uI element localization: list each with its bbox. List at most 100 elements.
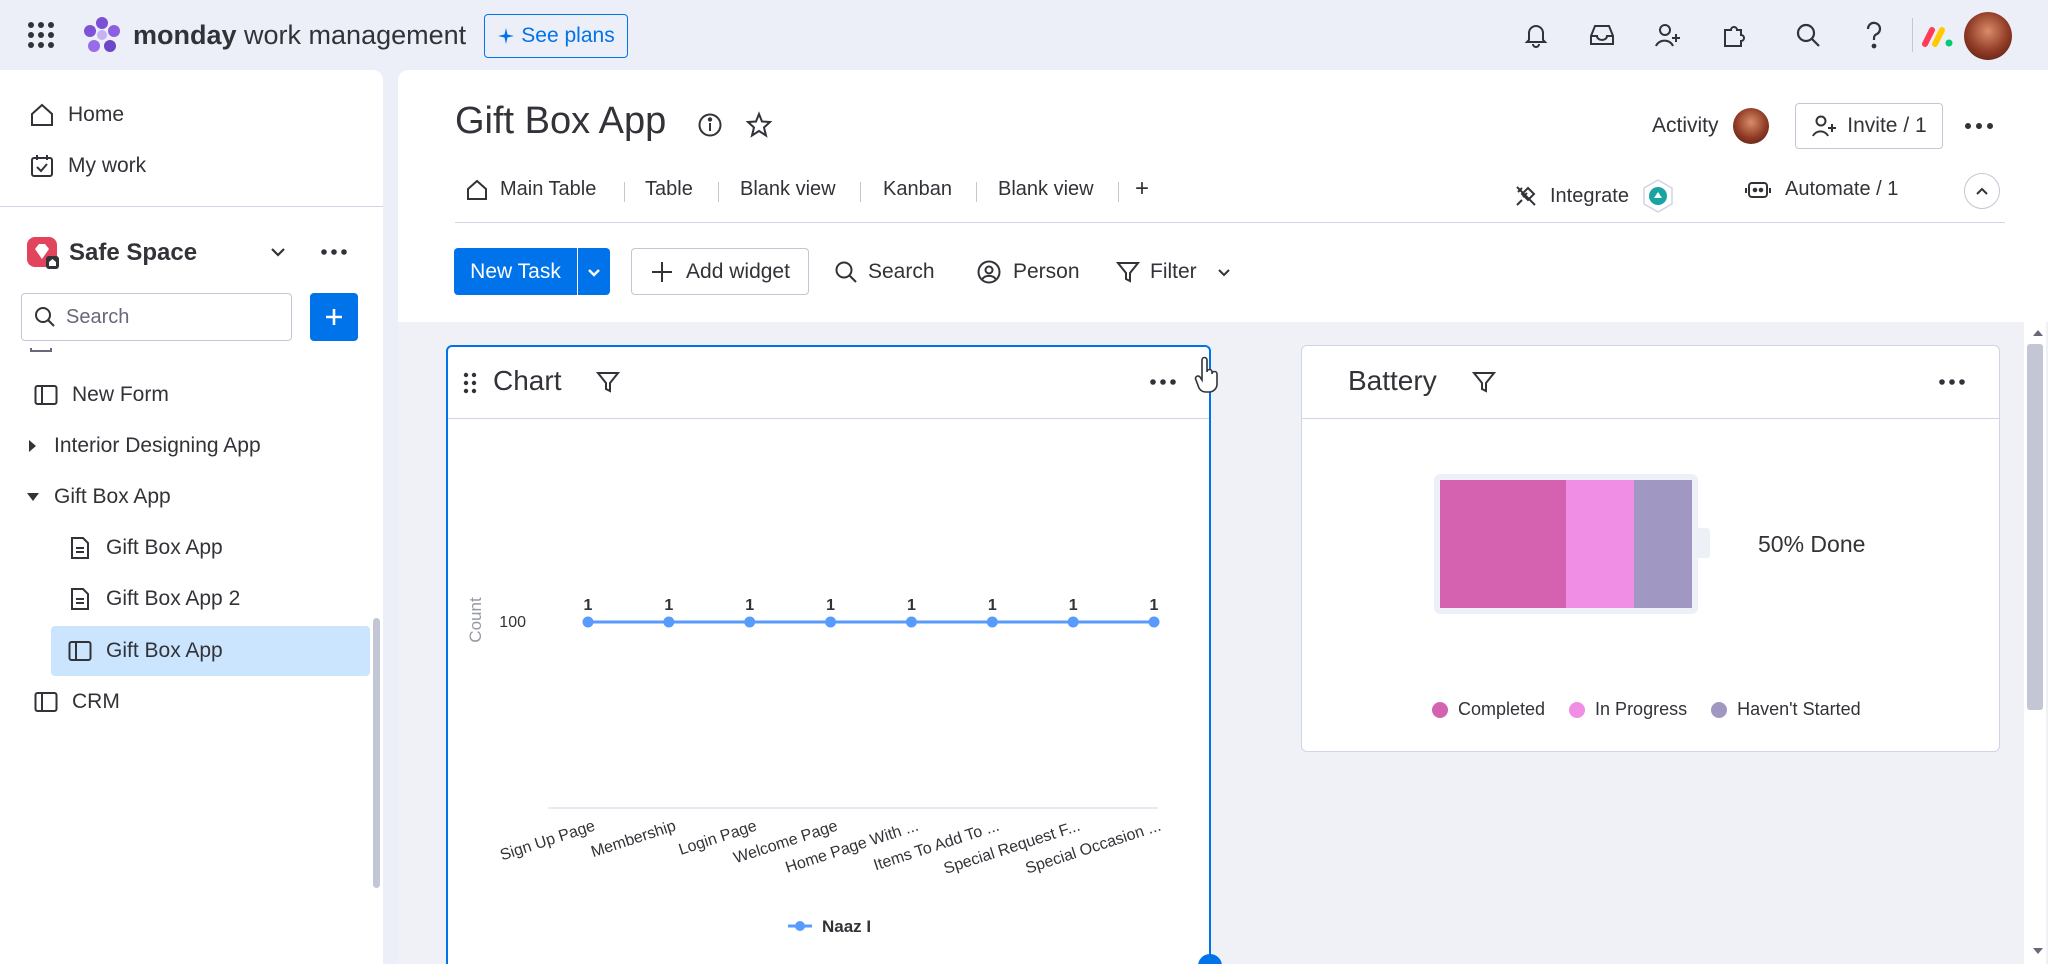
drag-handle-icon[interactable] — [463, 372, 477, 394]
brand-rest: work management — [236, 20, 467, 50]
filter-label: Filter — [1150, 259, 1197, 283]
main-scrollbar-thumb[interactable] — [2027, 344, 2043, 710]
info-icon[interactable] — [697, 112, 723, 138]
battery-segment — [1566, 480, 1635, 608]
plus-icon — [650, 260, 674, 284]
tab-blank-view-2[interactable]: Blank view — [998, 178, 1094, 201]
sidebar-item-crm[interactable]: CRM — [32, 687, 120, 717]
y-axis-label: Count — [466, 597, 485, 643]
legend-label: Completed — [1458, 699, 1546, 719]
sidebar-item-label: Gift Box App — [106, 639, 223, 662]
workspace-name[interactable]: Safe Space — [69, 236, 197, 270]
scroll-down-arrow-icon[interactable] — [2033, 948, 2043, 954]
sidebar-item-gift-box-app-board[interactable]: Gift Box App — [66, 636, 223, 666]
sidebar-item-interior-designing-app[interactable]: Interior Designing App — [26, 431, 261, 461]
tab-blank-view-1[interactable]: Blank view — [740, 178, 836, 201]
star-icon[interactable] — [745, 111, 773, 139]
help-icon[interactable] — [1856, 17, 1892, 53]
user-avatar[interactable] — [1964, 12, 2012, 60]
add-view-button[interactable]: + — [1135, 175, 1149, 203]
legend-item-in-progress: In Progress — [1569, 699, 1687, 720]
data-label: 1 — [1150, 597, 1159, 614]
apps-puzzle-icon[interactable] — [1716, 17, 1752, 53]
filter-icon[interactable] — [596, 370, 620, 394]
topbar-divider — [1912, 18, 1913, 52]
sidebar-search-placeholder: Search — [66, 305, 130, 328]
data-label: 1 — [988, 597, 997, 614]
hand-cursor-icon — [1194, 356, 1222, 394]
activity-avatar[interactable] — [1733, 108, 1769, 144]
x-tick-label: Sign Up Page — [498, 818, 597, 865]
sidebar-my-work[interactable]: My work — [28, 151, 146, 181]
sidebar-scrollbar[interactable] — [373, 618, 380, 888]
battery-more-icon[interactable] — [1938, 371, 1966, 393]
data-point — [1067, 616, 1079, 628]
header-divider — [455, 222, 2005, 223]
sidebar-item-label: Gift Box App — [106, 536, 223, 559]
home-icon — [28, 101, 56, 129]
board-title[interactable]: Gift Box App — [455, 100, 666, 143]
sidebar-my-work-label: My work — [68, 154, 147, 177]
chevron-down-icon[interactable] — [266, 240, 290, 264]
data-label: 1 — [584, 597, 593, 614]
new-task-dropdown[interactable] — [578, 248, 610, 295]
board-more-icon[interactable] — [1963, 114, 1995, 138]
new-task-button[interactable]: New Task — [454, 248, 577, 295]
add-widget-button[interactable]: Add widget — [631, 248, 809, 295]
tab-table[interactable]: Table — [645, 178, 693, 201]
legend-item-completed: Completed — [1432, 699, 1545, 720]
sidebar-search-input[interactable]: Search — [21, 293, 292, 341]
legend-label: In Progress — [1595, 699, 1688, 719]
tab-label: Blank view — [998, 178, 1094, 200]
integrate-label: Integrate — [1550, 184, 1629, 207]
chart-more-icon[interactable] — [1149, 371, 1177, 393]
person-filter-button[interactable]: Person — [977, 248, 1080, 295]
series-group: 1 1 1 1 1 1 1 1 — [582, 597, 1160, 628]
chevron-down-icon[interactable] — [1215, 263, 1233, 281]
sidebar-item-label: Gift Box App — [54, 485, 171, 508]
robot-icon — [1745, 179, 1771, 201]
sidebar-item-gift-box-app-folder[interactable]: Gift Box App — [26, 482, 171, 512]
sidebar-home[interactable]: Home — [28, 100, 124, 130]
battery-header-divider — [1302, 418, 1999, 419]
sidebar-item-new-form[interactable]: New Form — [32, 380, 169, 410]
scroll-up-arrow-icon[interactable] — [2033, 330, 2043, 336]
tab-separator — [624, 182, 625, 202]
tab-separator — [976, 182, 977, 202]
monday-products-icon[interactable] — [1922, 22, 1954, 50]
data-label: 1 — [745, 597, 754, 614]
data-label: 1 — [664, 597, 673, 614]
workspace-more-icon[interactable] — [318, 240, 350, 264]
tab-label: Main Table — [500, 178, 597, 200]
board-icon — [66, 637, 94, 665]
sidebar-item-gift-box-app-doc[interactable]: Gift Box App — [66, 533, 223, 563]
invite-members-icon[interactable] — [1650, 17, 1686, 53]
sidebar-item-gift-box-app-2[interactable]: Gift Box App 2 — [66, 584, 240, 614]
filter-icon[interactable] — [1472, 370, 1496, 394]
collapse-header-button[interactable] — [1964, 173, 2000, 209]
legend-dot — [1432, 701, 1448, 718]
add-widget-label: Add widget — [686, 259, 790, 283]
search-icon[interactable] — [1790, 17, 1826, 53]
tab-kanban[interactable]: Kanban — [883, 178, 952, 201]
battery-segment — [1440, 480, 1566, 608]
integrate-button[interactable]: Integrate — [1514, 178, 1675, 214]
search-button[interactable]: Search — [834, 248, 935, 295]
add-item-button[interactable] — [310, 293, 358, 341]
bell-icon[interactable] — [1518, 17, 1554, 53]
tab-main-table[interactable]: Main Table — [466, 178, 596, 201]
tab-separator — [1118, 182, 1119, 202]
battery-fill — [1440, 480, 1692, 608]
invite-button[interactable]: Invite / 1 — [1795, 103, 1943, 149]
filter-button[interactable]: Filter — [1116, 248, 1233, 295]
inbox-icon[interactable] — [1584, 17, 1620, 53]
apps-grid-icon[interactable] — [23, 17, 59, 53]
data-label: 1 — [907, 597, 916, 614]
see-plans-button[interactable]: See plans — [484, 14, 628, 58]
battery-status: 50% Done — [1758, 531, 1866, 557]
activity-label[interactable]: Activity — [1652, 114, 1719, 138]
legend-marker — [795, 921, 805, 931]
sidebar — [0, 70, 383, 964]
automate-label: Automate / 1 — [1785, 178, 1899, 200]
automate-button[interactable]: Automate / 1 — [1745, 178, 1898, 201]
